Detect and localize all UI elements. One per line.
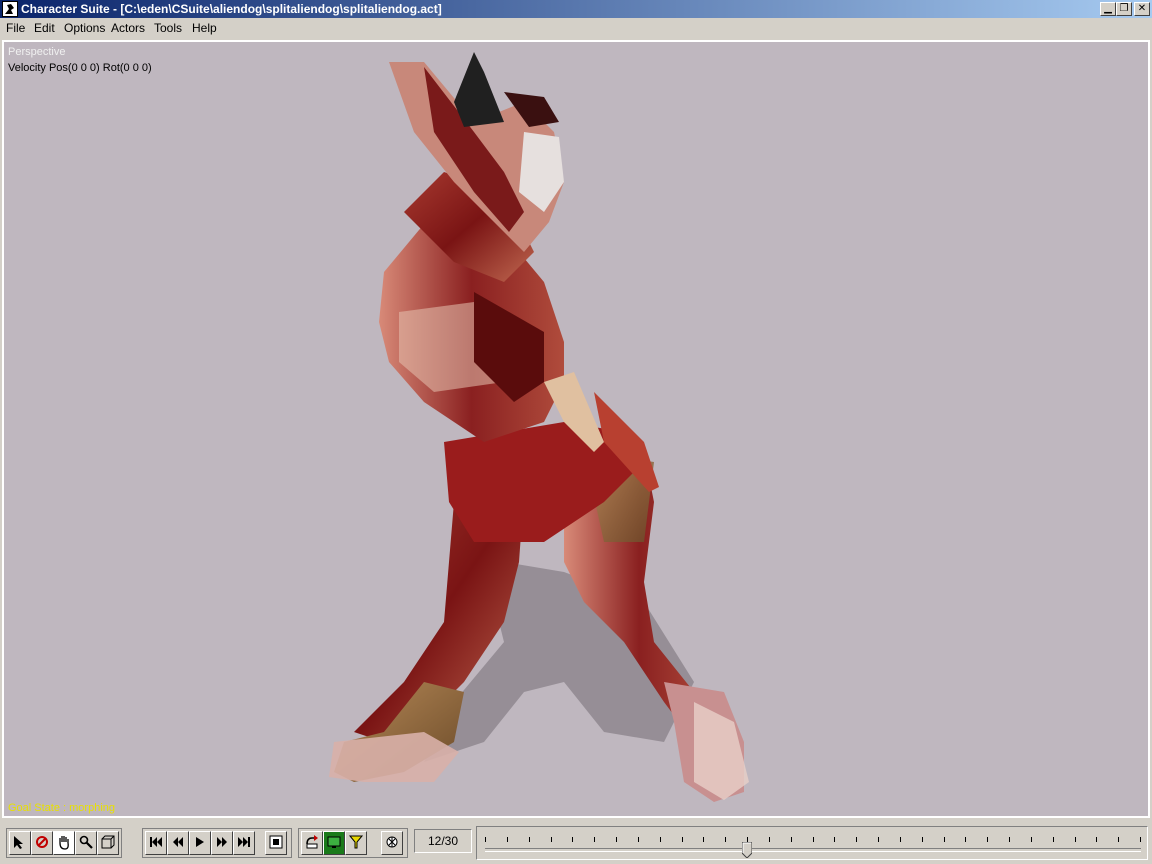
restore-button[interactable]: ❐ bbox=[1116, 2, 1132, 16]
title-bar: Character Suite - [C:\eden\CSuite\aliend… bbox=[0, 0, 1152, 18]
hand-pan-icon[interactable] bbox=[53, 831, 75, 855]
tool-group bbox=[6, 828, 122, 858]
frame-counter: 12/30 bbox=[414, 829, 472, 853]
timeline-ticks bbox=[485, 837, 1141, 842]
alien-dog-model[interactable] bbox=[4, 42, 1148, 816]
next-frame-icon[interactable] bbox=[211, 831, 233, 855]
extras-group bbox=[298, 828, 408, 858]
previous-frame-icon[interactable] bbox=[167, 831, 189, 855]
minimize-button[interactable]: ▁ bbox=[1100, 2, 1116, 16]
display-icon[interactable] bbox=[323, 831, 345, 855]
select-arrow-icon[interactable] bbox=[9, 831, 31, 855]
window-title: Character Suite - [C:\eden\CSuite\aliend… bbox=[21, 2, 442, 16]
zoom-icon[interactable] bbox=[75, 831, 97, 855]
menu-edit[interactable]: Edit bbox=[34, 18, 55, 38]
timeline-track bbox=[485, 848, 1141, 852]
play-icon[interactable] bbox=[189, 831, 211, 855]
timeline-slider[interactable] bbox=[476, 826, 1148, 860]
close-button[interactable]: ✕ bbox=[1134, 2, 1150, 16]
menu-tools[interactable]: Tools bbox=[154, 18, 182, 38]
menu-options[interactable]: Options bbox=[64, 18, 105, 38]
last-frame-icon[interactable] bbox=[233, 831, 255, 855]
playback-group bbox=[142, 828, 292, 858]
first-frame-icon[interactable] bbox=[145, 831, 167, 855]
menu-bar: File Edit Options Actors Tools Help bbox=[0, 18, 1152, 38]
timeline-thumb[interactable] bbox=[742, 842, 753, 858]
keyframe-icon[interactable] bbox=[265, 831, 287, 855]
goal-icon[interactable] bbox=[345, 831, 367, 855]
menu-file[interactable]: File bbox=[6, 18, 25, 38]
box-icon[interactable] bbox=[97, 831, 119, 855]
menu-help[interactable]: Help bbox=[192, 18, 217, 38]
app-icon[interactable] bbox=[2, 1, 18, 17]
goal-state-readout: Goal State : morphing bbox=[8, 802, 116, 814]
loop-icon[interactable] bbox=[301, 831, 323, 855]
menu-actors[interactable]: Actors bbox=[111, 18, 145, 38]
perspective-viewport[interactable]: Perspective Velocity Pos(0 0 0) Rot(0 0 … bbox=[2, 40, 1150, 818]
rotate-icon[interactable] bbox=[31, 831, 53, 855]
settings-icon[interactable] bbox=[381, 831, 403, 855]
